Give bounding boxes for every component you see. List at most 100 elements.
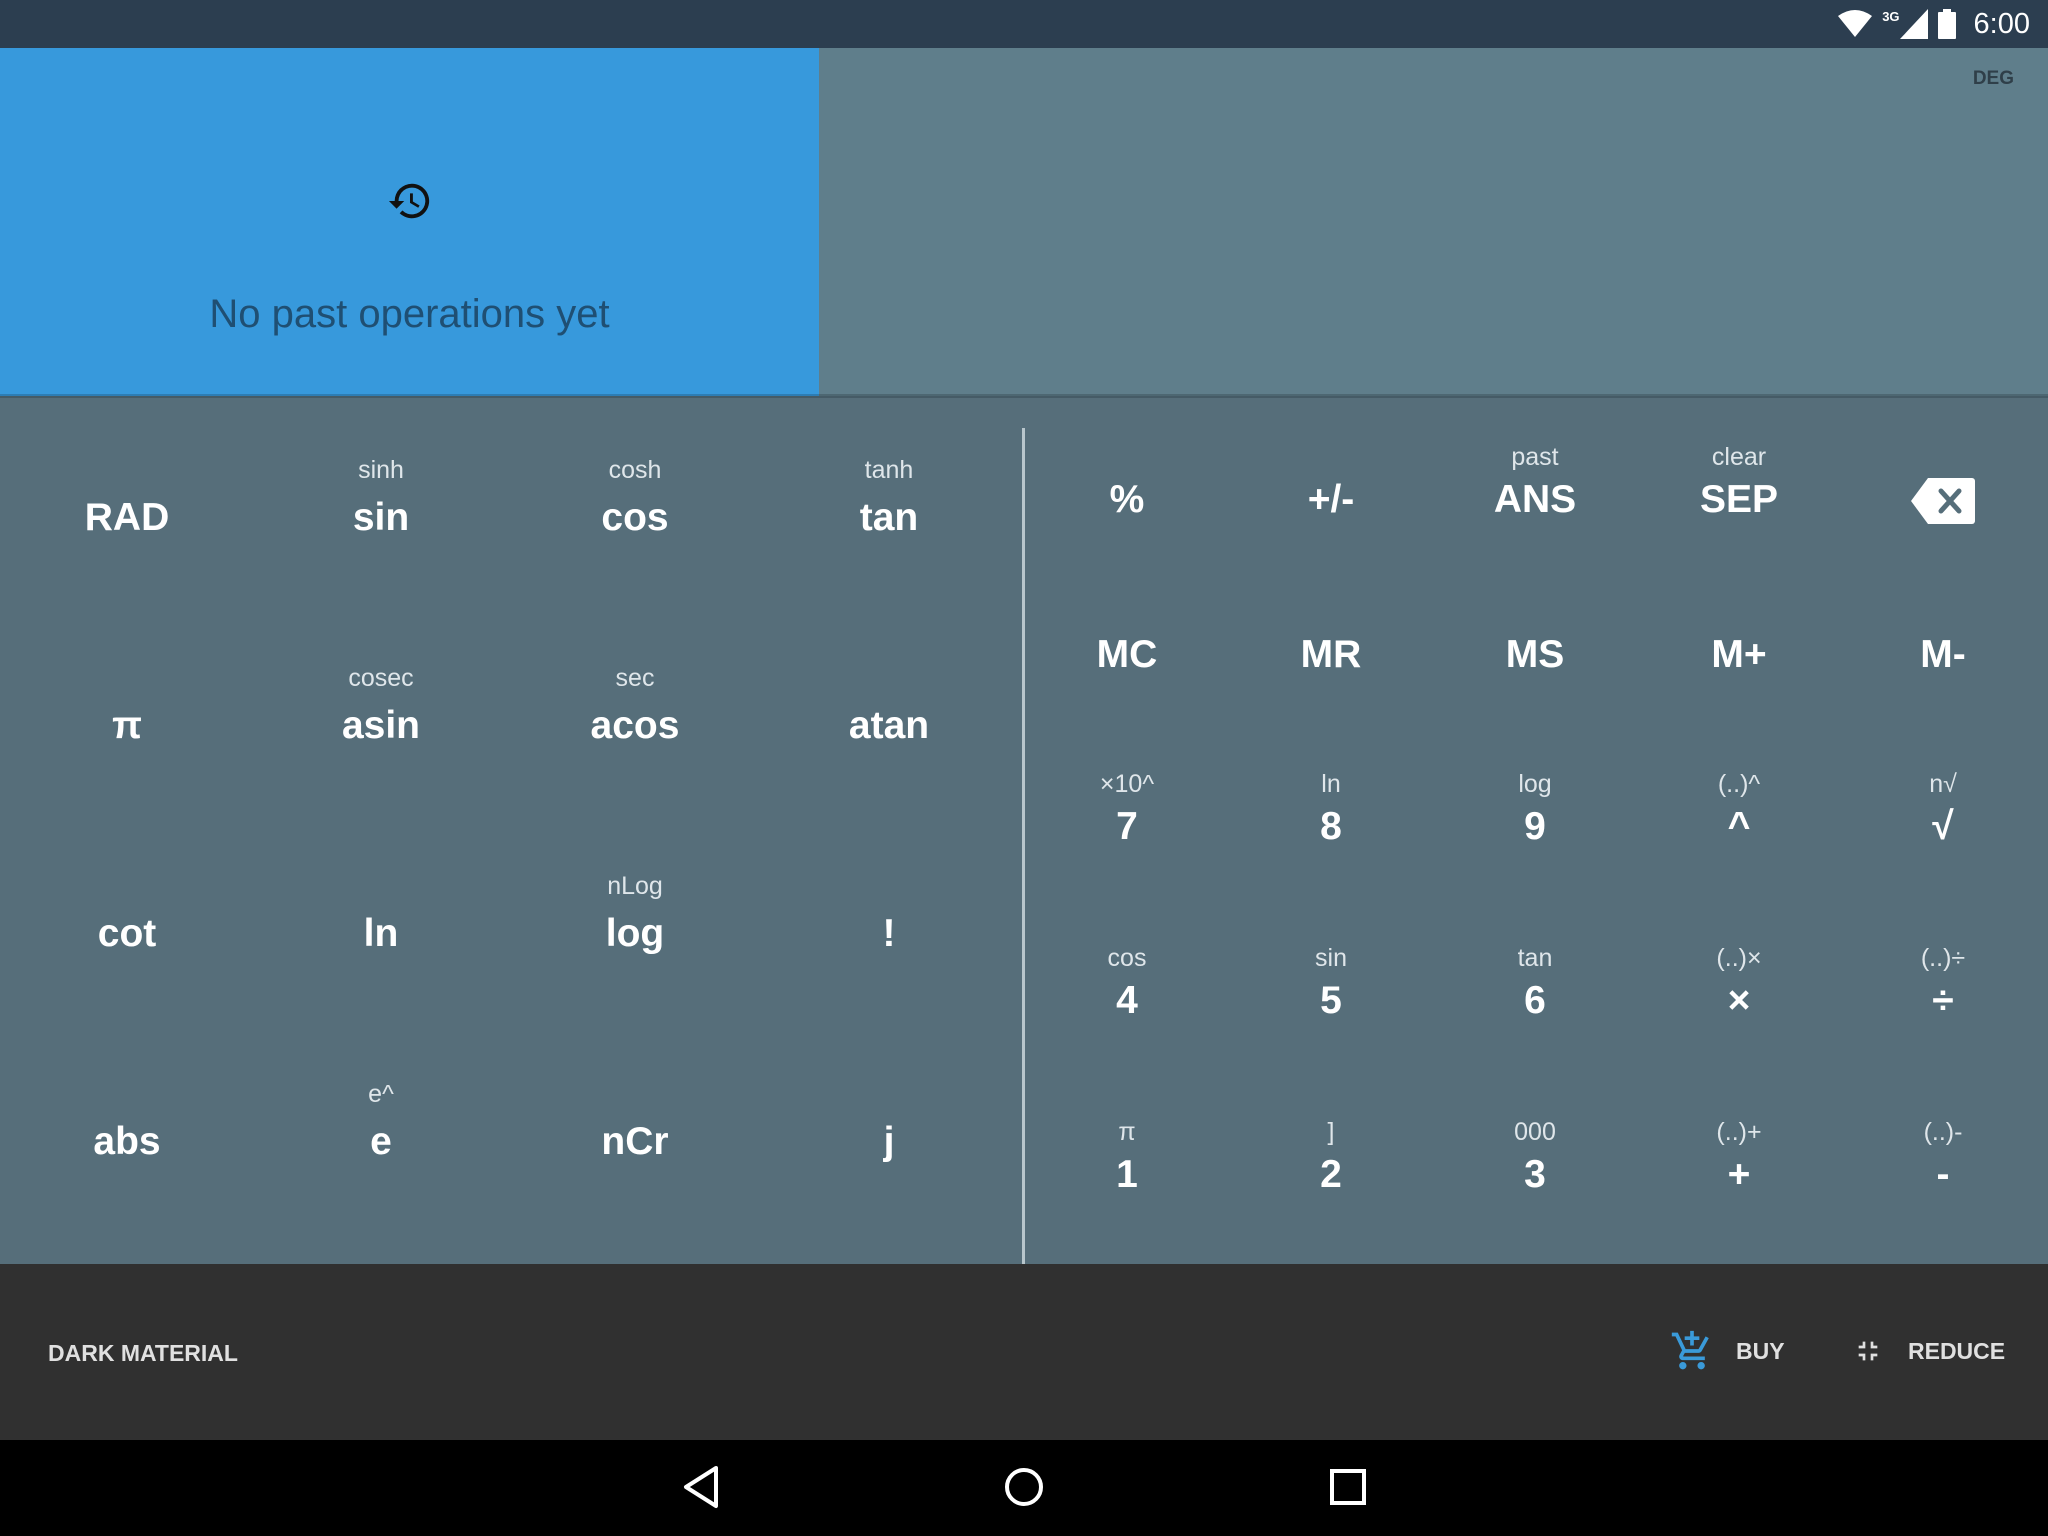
key-5[interactable]: sin 5 (1229, 944, 1433, 1094)
key-main-label: cot (97, 912, 157, 955)
key-main-label: RAD (84, 496, 170, 539)
key-RAD[interactable]: RAD (0, 438, 254, 628)
key-secondary-label: sin (1315, 944, 1347, 972)
key-main-label: π (112, 704, 142, 747)
history-icon (388, 183, 430, 219)
key-cot[interactable]: cot (0, 854, 254, 1044)
key-8[interactable]: ln 8 (1229, 770, 1433, 920)
key--[interactable]: (..)- - (1841, 1118, 2045, 1268)
angle-mode-indicator: DEG (1972, 68, 2014, 89)
key-main-label: nCr (601, 1120, 669, 1163)
key-+/-[interactable]: +/- (1229, 443, 1433, 593)
key-M-[interactable]: M- (1841, 598, 2045, 748)
buy-button[interactable]: BUY (1670, 1326, 1785, 1376)
key-asin[interactable]: cosec asin (254, 646, 508, 836)
navigation-bar (0, 1440, 2048, 1536)
key-main-label: 3 (1524, 1153, 1546, 1196)
key-secondary-label: (..)^ (1717, 770, 1761, 798)
key-main-label: sin (352, 496, 410, 539)
key-main-label: tan (859, 496, 919, 539)
buy-label: BUY (1736, 1337, 1785, 1364)
key-secondary-label: clear (1711, 443, 1767, 471)
key-secondary-label: cosh (608, 456, 662, 484)
key-main-label: ^ (1727, 805, 1751, 848)
key-secondary-label: (..)+ (1716, 1118, 1762, 1146)
key-4[interactable]: cos 4 (1025, 944, 1229, 1094)
key-SEP[interactable]: clear SEP (1637, 443, 1841, 593)
key-MC[interactable]: MC (1025, 598, 1229, 748)
key-log[interactable]: nLog log (508, 854, 762, 1044)
key-MR[interactable]: MR (1229, 598, 1433, 748)
key-![interactable]: ! (762, 854, 1016, 1044)
key-main-label: e (370, 1120, 392, 1163)
key-e[interactable]: e^ e (254, 1062, 508, 1252)
key-secondary-label: sinh (358, 456, 404, 484)
key-π[interactable]: π (0, 646, 254, 836)
key-j[interactable]: j (762, 1062, 1016, 1252)
key-×[interactable]: (..)× × (1637, 944, 1841, 1094)
key-main-label: ln (363, 912, 399, 955)
calculator-display[interactable]: DEG (819, 48, 2048, 396)
theme-button[interactable]: DARK MATERIAL (48, 1340, 238, 1367)
key-secondary-label: e^ (368, 1080, 394, 1108)
key-secondary-label: π (1118, 1118, 1136, 1146)
key-main-label: asin (341, 704, 421, 747)
key-M+[interactable]: M+ (1637, 598, 1841, 748)
key-secondary-label: 000 (1514, 1118, 1556, 1146)
key-abs[interactable]: abs (0, 1062, 254, 1252)
key-cos[interactable]: cosh cos (508, 438, 762, 628)
key-sin[interactable]: sinh sin (254, 438, 508, 628)
key-main-label: 2 (1320, 1153, 1342, 1196)
key-secondary-label: tan (1517, 944, 1553, 972)
key-main-label: M- (1920, 633, 1966, 676)
key-secondary-label: nLog (607, 872, 663, 900)
home-icon[interactable] (1002, 1464, 1046, 1510)
battery-icon (1937, 9, 1956, 39)
cell-signal-icon (1899, 9, 1928, 39)
reduce-label: REDUCE (1908, 1337, 2006, 1364)
key-main-label: - (1936, 1153, 1950, 1196)
key-main-label: 1 (1116, 1153, 1138, 1196)
key-main-label: abs (93, 1120, 161, 1163)
key-atan[interactable]: atan (762, 646, 1016, 836)
key-1[interactable]: π1 (1025, 1118, 1229, 1268)
bottom-bar: DARK MATERIAL BUY REDUCE (0, 1264, 2048, 1440)
key-+[interactable]: (..)+ + (1637, 1118, 1841, 1268)
key-MS[interactable]: MS (1433, 598, 1637, 748)
keypad: RAD sinh sin cosh cos tanh tan π cosec asin sec aco… (0, 398, 2048, 1264)
key-main-label: M+ (1711, 633, 1767, 676)
key-2[interactable]: ] 2 (1229, 1118, 1433, 1268)
key-secondary-label: ×10^ (1099, 770, 1155, 798)
key-tan[interactable]: tanh tan (762, 438, 1016, 628)
key-main-label: log (605, 912, 665, 955)
back-icon[interactable] (680, 1464, 722, 1510)
key-7[interactable]: ×10^ 7 (1025, 770, 1229, 920)
status-time: 6:00 (1973, 7, 2030, 40)
key-ln[interactable]: ln (254, 854, 508, 1044)
key-÷[interactable]: (..)÷ ÷ (1841, 944, 2045, 1094)
backspace-icon (1911, 478, 1975, 524)
key-acos[interactable]: sec acos (508, 646, 762, 836)
reduce-button[interactable]: REDUCE (1852, 1326, 2005, 1376)
key-main-label: √ (1932, 805, 1954, 848)
key-3[interactable]: 000 3 (1433, 1118, 1637, 1268)
history-panel[interactable]: No past operations yet (0, 48, 819, 396)
key-main-label: acos (590, 704, 680, 747)
key-main-label: × (1727, 979, 1751, 1022)
key-ANS[interactable]: past ANS (1433, 443, 1637, 593)
key-secondary-label: ln (1321, 770, 1341, 798)
key-9[interactable]: log 9 (1433, 770, 1637, 920)
key-^[interactable]: (..)^ ^ (1637, 770, 1841, 920)
key-secondary-label: past (1511, 443, 1559, 471)
key-√[interactable]: n√ √ (1841, 770, 2045, 920)
wifi-icon (1838, 10, 1873, 37)
key-backspace[interactable] (1841, 443, 2045, 593)
key-main-label: +/- (1307, 478, 1355, 521)
key-nCr[interactable]: nCr (508, 1062, 762, 1252)
key-secondary-label: (..)× (1716, 944, 1762, 972)
reduce-icon (1858, 1341, 1878, 1361)
key-secondary-label: sec (615, 664, 655, 692)
key-%[interactable]: % (1025, 443, 1229, 593)
key-6[interactable]: tan 6 (1433, 944, 1637, 1094)
recents-icon[interactable] (1328, 1464, 1368, 1510)
